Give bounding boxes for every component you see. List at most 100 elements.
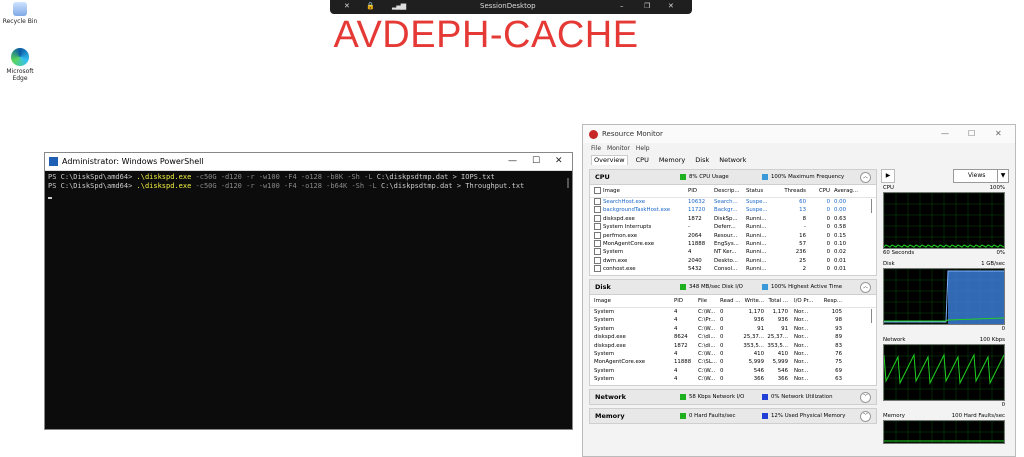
desktop-icon-recycle-bin[interactable]: Recycle Bin bbox=[0, 2, 40, 25]
table-cell: Runni... bbox=[746, 266, 767, 273]
tab-overview[interactable]: Overview bbox=[591, 155, 628, 165]
session-title: SessionDesktop bbox=[480, 2, 536, 10]
tab-memory[interactable]: Memory bbox=[657, 156, 687, 165]
chevron-up-icon[interactable]: ︿ bbox=[860, 172, 871, 183]
desktop-icon-edge[interactable]: Microsoft Edge bbox=[0, 48, 40, 82]
table-cell: C:\W... bbox=[698, 309, 716, 315]
cpu-frequency: 100% Maximum Frequency bbox=[771, 173, 845, 180]
column-header[interactable]: Status bbox=[746, 185, 776, 197]
graph-footer: 0 bbox=[881, 325, 1009, 333]
table-cell: EngSys... bbox=[714, 240, 739, 247]
column-header[interactable]: CPU bbox=[810, 185, 830, 197]
table-cell: 366 bbox=[753, 376, 764, 383]
chevron-down-icon[interactable]: ﹀ bbox=[860, 392, 871, 403]
views-label: Views bbox=[968, 172, 986, 179]
menu-monitor[interactable]: Monitor bbox=[607, 145, 630, 152]
minimize-button[interactable]: – bbox=[620, 2, 624, 10]
row-checkbox[interactable] bbox=[594, 265, 601, 273]
table-row[interactable]: System 4 NT Ker... Runni... 236 0 0.02 bbox=[590, 248, 876, 256]
powershell-titlebar[interactable]: Administrator: Windows PowerShell — ☐ ✕ bbox=[45, 153, 572, 171]
maximize-button[interactable]: ☐ bbox=[968, 129, 975, 138]
row-checkbox[interactable] bbox=[594, 223, 601, 231]
graph-max-label: 100 Kbps bbox=[979, 337, 1005, 343]
chevron-up-icon[interactable]: ︿ bbox=[860, 282, 871, 293]
minimize-button[interactable]: — bbox=[941, 129, 949, 138]
table-row[interactable]: System 4 C:\W... 0 1,170 1,170 Nor... 105 bbox=[590, 308, 876, 316]
minimize-button[interactable]: — bbox=[508, 156, 517, 166]
table-row[interactable]: System 4 C:\W... 0 410 410 Nor... 76 bbox=[590, 350, 876, 358]
column-header[interactable]: Descrip... bbox=[714, 185, 744, 197]
resource-monitor-window[interactable]: Resource Monitor — ☐ ✕ File Monitor Help… bbox=[582, 124, 1016, 457]
table-cell: 8 bbox=[802, 215, 806, 222]
table-row[interactable]: System 4 C:\W... 0 546 546 Nor... 69 bbox=[590, 367, 876, 375]
row-checkbox[interactable] bbox=[594, 239, 601, 247]
row-checkbox[interactable] bbox=[594, 256, 601, 264]
table-cell: System bbox=[594, 309, 615, 315]
hostname-banner: AVDEPH-CACHE bbox=[333, 14, 639, 56]
select-all-checkbox[interactable] bbox=[594, 187, 601, 194]
table-cell: 546 bbox=[753, 367, 764, 374]
cpu-section-header[interactable]: CPU 8% CPU Usage 100% Maximum Frequency … bbox=[589, 169, 877, 185]
column-header[interactable]: File bbox=[698, 295, 720, 307]
table-row[interactable]: diskspd.exe 1872 C:\di... 0 353,5... 353,5...… bbox=[590, 342, 876, 350]
table-row[interactable]: SearchHost.exe 10632 Search... Suspe... 60 0 0… bbox=[590, 198, 876, 206]
resource-monitor-titlebar[interactable]: Resource Monitor — ☐ ✕ bbox=[583, 125, 1015, 143]
row-checkbox[interactable] bbox=[594, 248, 601, 256]
powershell-window[interactable]: Administrator: Windows PowerShell — ☐ ✕ … bbox=[44, 152, 573, 430]
table-row[interactable]: System Interrupts - Deferr... Runni... -0 0.5… bbox=[590, 223, 876, 231]
scrollbar[interactable] bbox=[871, 309, 872, 323]
table-row[interactable]: System 4 C:\Pr... 0 936 936 Nor... 98 bbox=[590, 316, 876, 324]
column-header[interactable]: Resp... bbox=[822, 295, 842, 307]
column-header[interactable]: Write... bbox=[742, 295, 764, 307]
table-cell: System bbox=[594, 350, 615, 357]
table-row[interactable]: System 4 C:\W... 0 91 91 Nor... 93 bbox=[590, 325, 876, 333]
menu-help[interactable]: Help bbox=[636, 145, 650, 152]
table-cell: System bbox=[594, 325, 615, 332]
views-dropdown[interactable]: Views ▼ bbox=[953, 169, 1009, 183]
row-checkbox[interactable] bbox=[594, 214, 601, 222]
scrollbar[interactable] bbox=[567, 178, 569, 188]
tab-disk[interactable]: Disk bbox=[693, 156, 711, 165]
table-row[interactable]: dwm.exe 2040 Deskto... Runni... 25 0 0.01 bbox=[590, 256, 876, 265]
column-header[interactable]: Image bbox=[594, 295, 666, 307]
disk-section-header[interactable]: Disk 348 MB/sec Disk I/O 100% Highest Ac… bbox=[589, 279, 877, 295]
table-row[interactable]: MonAgentCore.exe 11888 EngSys... Runni... 57… bbox=[590, 239, 876, 248]
table-cell: 11888 bbox=[688, 240, 706, 247]
lock-icon[interactable]: 🔒 bbox=[366, 2, 375, 10]
row-checkbox[interactable] bbox=[594, 198, 601, 205]
column-header[interactable]: I/O Pr... bbox=[794, 295, 816, 307]
restore-button[interactable]: ❐ bbox=[644, 2, 650, 10]
table-row[interactable]: MonAgentCore.exe 11888 C:\SL... 0 5,999 5,999… bbox=[590, 358, 876, 366]
column-header[interactable]: PID bbox=[688, 185, 712, 197]
tab-cpu[interactable]: CPU bbox=[634, 156, 651, 165]
column-header[interactable]: Image bbox=[594, 185, 686, 197]
table-row[interactable]: conhost.exe 5432 Consol... Runni... 2 0 0.01 bbox=[590, 265, 876, 273]
column-header[interactable]: Total ... bbox=[766, 295, 788, 307]
close-button[interactable]: ✕ bbox=[995, 129, 1002, 138]
table-row[interactable]: backgroundTaskHost.exe 11720 Backgr... Susp… bbox=[590, 206, 876, 214]
table-row[interactable]: diskspd.exe 8624 C:\di... 0 25,37... 25,37...… bbox=[590, 333, 876, 341]
table-row[interactable]: perfmon.exe 2064 Resour... Runni... 16 0 0.15 bbox=[590, 231, 876, 240]
row-checkbox[interactable] bbox=[594, 206, 601, 214]
table-cell: 98 bbox=[835, 317, 842, 324]
tab-network[interactable]: Network bbox=[717, 156, 748, 165]
collapse-pane-button[interactable]: ▶ bbox=[881, 169, 895, 183]
close-button[interactable]: ✕ bbox=[555, 156, 563, 166]
memory-section-header[interactable]: Memory 0 Hard Faults/sec 12% Used Physic… bbox=[589, 408, 877, 424]
table-row[interactable]: System 4 C:\W... 0 366 366 Nor... 63 bbox=[590, 375, 876, 383]
table-row[interactable]: diskspd.exe 1872 DiskSp... Runni... 8 0 0.63 bbox=[590, 214, 876, 223]
table-cell: C:\W... bbox=[698, 367, 716, 374]
chevron-down-icon[interactable]: ﹀ bbox=[860, 411, 871, 422]
network-section-header[interactable]: Network 58 Kbps Network I/O 0% Network U… bbox=[589, 389, 877, 405]
maximize-button[interactable]: ☐ bbox=[532, 156, 540, 166]
console-output[interactable]: PS C:\DiskSpd\amd64> .\diskspd.exe -c50G… bbox=[45, 171, 572, 193]
menu-file[interactable]: File bbox=[591, 145, 601, 152]
column-header[interactable]: Threads bbox=[776, 185, 806, 197]
column-header[interactable]: Read ... bbox=[720, 295, 742, 307]
column-header[interactable]: Averag... bbox=[834, 185, 864, 197]
close-button[interactable]: ✕ bbox=[668, 2, 674, 10]
row-checkbox[interactable] bbox=[594, 231, 601, 239]
scrollbar[interactable] bbox=[871, 199, 872, 213]
pin-icon[interactable]: ✕ bbox=[344, 2, 350, 10]
column-header[interactable]: PID bbox=[674, 295, 694, 307]
